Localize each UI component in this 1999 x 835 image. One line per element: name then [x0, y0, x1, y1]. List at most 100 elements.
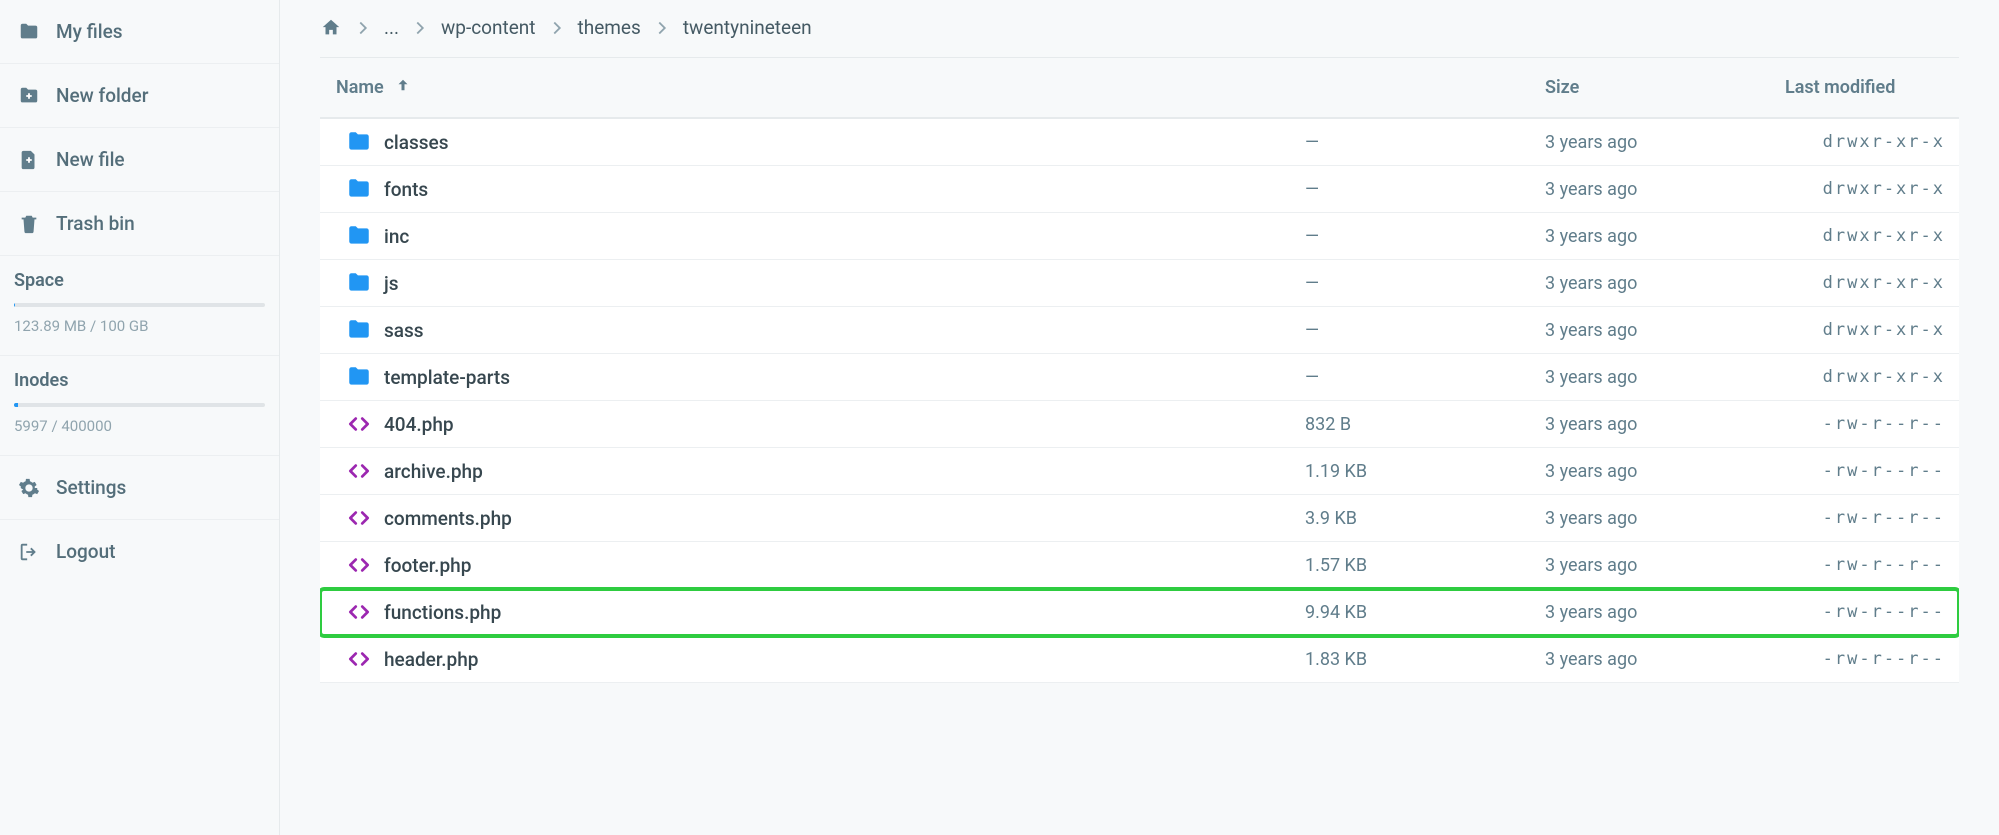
breadcrumb-item[interactable]: wp-content: [441, 16, 535, 39]
sidebar-item-label: My files: [56, 20, 123, 43]
file-size: —: [1305, 179, 1545, 200]
file-permissions: -rw-r--r--: [1785, 602, 1945, 622]
file-name: footer.php: [384, 554, 1305, 577]
file-modified: 3 years ago: [1545, 179, 1785, 200]
table-row[interactable]: footer.php1.57 KB3 years ago-rw-r--r--: [320, 542, 1959, 589]
sidebar-item-settings[interactable]: Settings: [0, 456, 279, 520]
inodes-meter: Inodes 5997 / 400000: [0, 356, 279, 456]
code-icon: [334, 505, 384, 531]
file-size: 1.19 KB: [1305, 461, 1545, 482]
folder-icon: [334, 223, 384, 249]
folder-icon: [334, 270, 384, 296]
file-permissions: drwxr-xr-x: [1785, 367, 1945, 387]
file-permissions: -rw-r--r--: [1785, 414, 1945, 434]
space-text: 123.89 MB / 100 GB: [14, 317, 265, 335]
sort-asc-icon: [394, 76, 412, 99]
file-name: inc: [384, 225, 1305, 248]
sidebar-item-label: Trash bin: [56, 212, 135, 235]
file-name: 404.php: [384, 413, 1305, 436]
table-row[interactable]: sass—3 years agodrwxr-xr-x: [320, 307, 1959, 354]
file-modified: 3 years ago: [1545, 273, 1785, 294]
file-permissions: -rw-r--r--: [1785, 555, 1945, 575]
sidebar-item-label: New file: [56, 148, 125, 171]
sidebar-item-logout[interactable]: Logout: [0, 520, 279, 583]
column-name[interactable]: Name: [334, 76, 1305, 99]
file-name: header.php: [384, 648, 1305, 671]
folder-icon: [18, 21, 40, 43]
sidebar-item-new-folder[interactable]: New folder: [0, 64, 279, 128]
file-name: comments.php: [384, 507, 1305, 530]
file-permissions: drwxr-xr-x: [1785, 179, 1945, 199]
file-modified: 3 years ago: [1545, 461, 1785, 482]
table-row[interactable]: header.php1.83 KB3 years ago-rw-r--r--: [320, 636, 1959, 683]
file-size: 832 B: [1305, 414, 1545, 435]
file-size: —: [1305, 320, 1545, 341]
code-icon: [334, 411, 384, 437]
sidebar-item-my-files[interactable]: My files: [0, 0, 279, 64]
file-permissions: drwxr-xr-x: [1785, 132, 1945, 152]
table-row[interactable]: fonts—3 years agodrwxr-xr-x: [320, 166, 1959, 213]
sidebar-item-label: New folder: [56, 84, 148, 107]
table-row[interactable]: js—3 years agodrwxr-xr-x: [320, 260, 1959, 307]
file-size: 3.9 KB: [1305, 508, 1545, 529]
file-modified: 3 years ago: [1545, 649, 1785, 670]
file-modified: 3 years ago: [1545, 367, 1785, 388]
table-row[interactable]: functions.php 9.94 KB3 years ago-rw-r--r-…: [320, 589, 1959, 636]
file-modified: 3 years ago: [1545, 132, 1785, 153]
code-icon: [334, 458, 384, 484]
chevron-right-icon: [409, 17, 431, 39]
home-icon[interactable]: [320, 17, 342, 39]
inodes-title: Inodes: [14, 370, 265, 391]
file-modified: 3 years ago: [1545, 602, 1785, 623]
table-row[interactable]: comments.php3.9 KB3 years ago-rw-r--r--: [320, 495, 1959, 542]
breadcrumb-item[interactable]: twentynineteen: [683, 16, 812, 39]
folder-plus-icon: [18, 85, 40, 107]
file-permissions: -rw-r--r--: [1785, 461, 1945, 481]
space-meter: Space 123.89 MB / 100 GB: [0, 256, 279, 356]
file-size: 1.83 KB: [1305, 649, 1545, 670]
table-row[interactable]: archive.php1.19 KB3 years ago-rw-r--r--: [320, 448, 1959, 495]
chevron-right-icon: [651, 17, 673, 39]
table-header: Name Size Last modified: [320, 57, 1959, 119]
main: ... wp-content themes twentynineteen Nam…: [280, 0, 1999, 835]
code-icon: [334, 646, 384, 672]
sidebar: My files New folder New file Trash bin S…: [0, 0, 280, 835]
column-modified[interactable]: Last modified: [1785, 77, 1945, 98]
gear-icon: [18, 477, 40, 499]
folder-icon: [334, 129, 384, 155]
file-permissions: -rw-r--r--: [1785, 649, 1945, 669]
table-row[interactable]: classes—3 years agodrwxr-xr-x: [320, 119, 1959, 166]
breadcrumb: ... wp-content themes twentynineteen: [320, 0, 1959, 57]
column-size[interactable]: Size: [1545, 77, 1785, 98]
sidebar-item-new-file[interactable]: New file: [0, 128, 279, 192]
column-name-label: Name: [336, 77, 384, 98]
file-permissions: drwxr-xr-x: [1785, 320, 1945, 340]
table-row[interactable]: 404.php832 B3 years ago-rw-r--r--: [320, 401, 1959, 448]
folder-icon: [334, 176, 384, 202]
sidebar-item-trash-bin[interactable]: Trash bin: [0, 192, 279, 256]
logout-icon: [18, 541, 40, 563]
file-size: —: [1305, 367, 1545, 388]
inodes-progress-fill: [14, 403, 18, 407]
breadcrumb-item[interactable]: themes: [578, 16, 641, 39]
inodes-text: 5997 / 400000: [14, 417, 265, 435]
file-modified: 3 years ago: [1545, 555, 1785, 576]
breadcrumb-ellipsis[interactable]: ...: [384, 16, 399, 39]
file-permissions: -rw-r--r--: [1785, 508, 1945, 528]
file-list: classes—3 years agodrwxr-xr-xfonts—3 yea…: [320, 119, 1959, 683]
file-size: 9.94 KB: [1305, 602, 1545, 623]
table-row[interactable]: inc—3 years agodrwxr-xr-x: [320, 213, 1959, 260]
file-modified: 3 years ago: [1545, 508, 1785, 529]
file-modified: 3 years ago: [1545, 414, 1785, 435]
file-modified: 3 years ago: [1545, 226, 1785, 247]
sidebar-item-label: Logout: [56, 540, 116, 563]
file-name: functions.php: [384, 601, 554, 624]
table-row[interactable]: template-parts—3 years agodrwxr-xr-x: [320, 354, 1959, 401]
code-icon: [334, 552, 384, 578]
file-permissions: drwxr-xr-x: [1785, 226, 1945, 246]
sidebar-item-label: Settings: [56, 476, 126, 499]
space-progress: [14, 303, 265, 307]
chevron-right-icon: [546, 17, 568, 39]
file-plus-icon: [18, 149, 40, 171]
chevron-right-icon: [352, 17, 374, 39]
